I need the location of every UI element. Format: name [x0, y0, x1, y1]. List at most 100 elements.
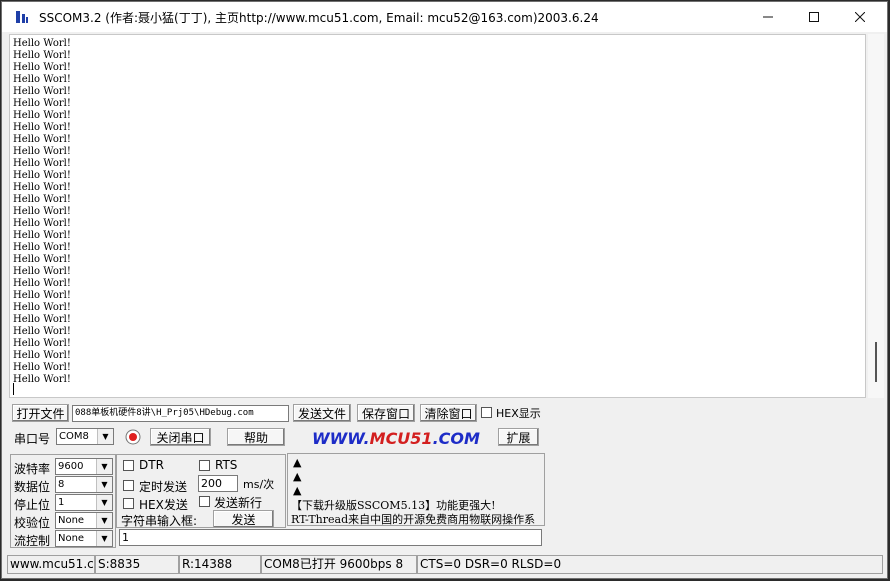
- receive-line: Hello Worl!: [13, 242, 71, 253]
- send-newline-checkbox[interactable]: [199, 496, 210, 507]
- logo-part-www: WWW.: [312, 429, 370, 448]
- receive-line: Hello Worl!: [13, 110, 71, 121]
- file-path-field[interactable]: 088单板机硬件8讲\H_Prj05\HDebug.com: [72, 405, 289, 422]
- dtr-label: DTR: [139, 458, 164, 472]
- info-line-rtthread[interactable]: RT-Thread来自中国的开源免费商用物联网操作系: [291, 511, 535, 525]
- title-bar[interactable]: SSCOM3.2 (作者:聂小猛(丁丁), 主页http://www.mcu51…: [2, 2, 887, 32]
- parity-label: 校验位: [14, 516, 51, 530]
- chevron-down-icon[interactable]: ▼: [96, 459, 112, 474]
- hex-send-label: HEX发送: [139, 498, 188, 512]
- status-received: R:14388: [179, 555, 261, 574]
- scrollbar-thumb[interactable]: [875, 342, 877, 382]
- dtr-checkbox[interactable]: [123, 460, 134, 471]
- maximize-icon[interactable]: [791, 2, 837, 32]
- receive-line: Hello Worl!: [13, 374, 71, 385]
- open-file-button[interactable]: 打开文件: [12, 404, 69, 422]
- port-value: COM8: [59, 431, 89, 442]
- flow-label: 流控制: [14, 534, 51, 548]
- port-label: 串口号: [14, 432, 51, 446]
- receive-line: Hello Worl!: [13, 182, 71, 193]
- send-file-button[interactable]: 发送文件: [293, 404, 351, 422]
- receive-line: Hello Worl!: [13, 254, 71, 265]
- receive-line: Hello Worl!: [13, 98, 71, 109]
- window-title: SSCOM3.2 (作者:聂小猛(丁丁), 主页http://www.mcu51…: [39, 11, 599, 25]
- arrow-up-icon[interactable]: ▲: [293, 484, 301, 497]
- port-select[interactable]: COM8 ▼: [56, 428, 114, 445]
- flow-value: None: [58, 533, 85, 544]
- baud-value: 9600: [58, 461, 84, 472]
- receive-line: Hello Worl!: [13, 50, 71, 61]
- send-newline-label: 发送新行: [214, 496, 263, 510]
- expand-button[interactable]: 扩展: [498, 428, 539, 446]
- chevron-down-icon[interactable]: ▼: [96, 495, 112, 510]
- hex-display-checkbox[interactable]: [481, 407, 492, 418]
- logo-part-mcu51: MCU51: [369, 429, 433, 448]
- baud-label: 波特率: [14, 462, 51, 476]
- chevron-down-icon[interactable]: ▼: [96, 513, 112, 528]
- receive-line: Hello Worl!: [13, 362, 71, 373]
- receive-line: Hello Worl!: [13, 326, 71, 337]
- baud-select[interactable]: 9600 ▼: [55, 458, 113, 475]
- interval-input[interactable]: 200: [198, 475, 238, 492]
- close-port-button[interactable]: 关闭串口: [150, 428, 211, 446]
- stopbits-value: 1: [58, 497, 65, 508]
- save-window-button[interactable]: 保存窗口: [357, 404, 415, 422]
- receive-line: Hello Worl!: [13, 62, 71, 73]
- status-site: www.mcu51.cor: [7, 555, 95, 574]
- stopbits-label: 停止位: [14, 498, 51, 512]
- send-input[interactable]: 1: [119, 529, 542, 546]
- receive-scrollbar[interactable]: [868, 34, 884, 398]
- parity-value: None: [58, 515, 85, 526]
- receive-line: Hello Worl!: [13, 338, 71, 349]
- receive-area[interactable]: Hello Worl! Hello Worl! Hello Worl! Hello W…: [9, 34, 866, 398]
- arrow-up-icon[interactable]: ▲: [293, 470, 301, 483]
- receive-line: Hello Worl!: [13, 290, 71, 301]
- port-status-led-icon: [125, 429, 141, 445]
- interval-unit: ms/次: [243, 478, 275, 491]
- receive-line: Hello Worl!: [13, 350, 71, 361]
- databits-value: 8: [58, 479, 65, 490]
- status-port: COM8已打开 9600bps 8: [261, 555, 417, 574]
- receive-line: Hello Worl!: [13, 218, 71, 229]
- rts-label: RTS: [215, 458, 238, 472]
- receive-line: Hello Worl!: [13, 302, 71, 313]
- receive-line: Hello Worl!: [13, 38, 71, 49]
- hex-display-label: HEX显示: [496, 407, 541, 420]
- arrow-up-icon[interactable]: ▲: [293, 456, 301, 469]
- minimize-icon[interactable]: [745, 2, 791, 32]
- status-lines: CTS=0 DSR=0 RLSD=0: [417, 555, 883, 574]
- app-icon: [16, 11, 28, 23]
- close-icon[interactable]: [837, 2, 883, 32]
- receive-line: Hello Worl!: [13, 314, 71, 325]
- receive-line: Hello Worl!: [13, 194, 71, 205]
- receive-line: Hello Worl!: [13, 146, 71, 157]
- send-button[interactable]: 发送: [213, 510, 274, 528]
- receive-line: Hello Worl!: [13, 266, 71, 277]
- timed-send-checkbox[interactable]: [123, 480, 134, 491]
- receive-line: Hello Worl!: [13, 74, 71, 85]
- receive-line: Hello Worl!: [13, 230, 71, 241]
- receive-line: Hello Worl!: [13, 86, 71, 97]
- hex-send-checkbox[interactable]: [123, 498, 134, 509]
- timed-send-label: 定时发送: [139, 480, 188, 494]
- chevron-down-icon[interactable]: ▼: [96, 531, 112, 546]
- info-box: ▲ ▲ ▲ 【下载升级版SSCOM5.13】功能更强大! RT-Thread来自…: [287, 453, 545, 526]
- chevron-down-icon[interactable]: ▼: [96, 477, 112, 492]
- receive-line: Hello Worl!: [13, 278, 71, 289]
- receive-line: Hello Worl!: [13, 158, 71, 169]
- mcu51-logo[interactable]: WWW.MCU51.COM: [312, 429, 480, 448]
- stopbits-select[interactable]: 1 ▼: [55, 494, 113, 511]
- clear-window-button[interactable]: 清除窗口: [420, 404, 477, 422]
- rts-checkbox[interactable]: [199, 460, 210, 471]
- parity-select[interactable]: None ▼: [55, 512, 113, 529]
- chevron-down-icon[interactable]: ▼: [97, 429, 113, 444]
- receive-line: Hello Worl!: [13, 122, 71, 133]
- status-sent: S:8835: [95, 555, 179, 574]
- input-label: 字符串输入框:: [121, 514, 198, 528]
- databits-label: 数据位: [14, 480, 51, 494]
- help-button[interactable]: 帮助: [227, 428, 285, 446]
- sscom-window: SSCOM3.2 (作者:聂小猛(丁丁), 主页http://www.mcu51…: [1, 1, 888, 579]
- receive-line: Hello Worl!: [13, 134, 71, 145]
- databits-select[interactable]: 8 ▼: [55, 476, 113, 493]
- flow-select[interactable]: None ▼: [55, 530, 113, 547]
